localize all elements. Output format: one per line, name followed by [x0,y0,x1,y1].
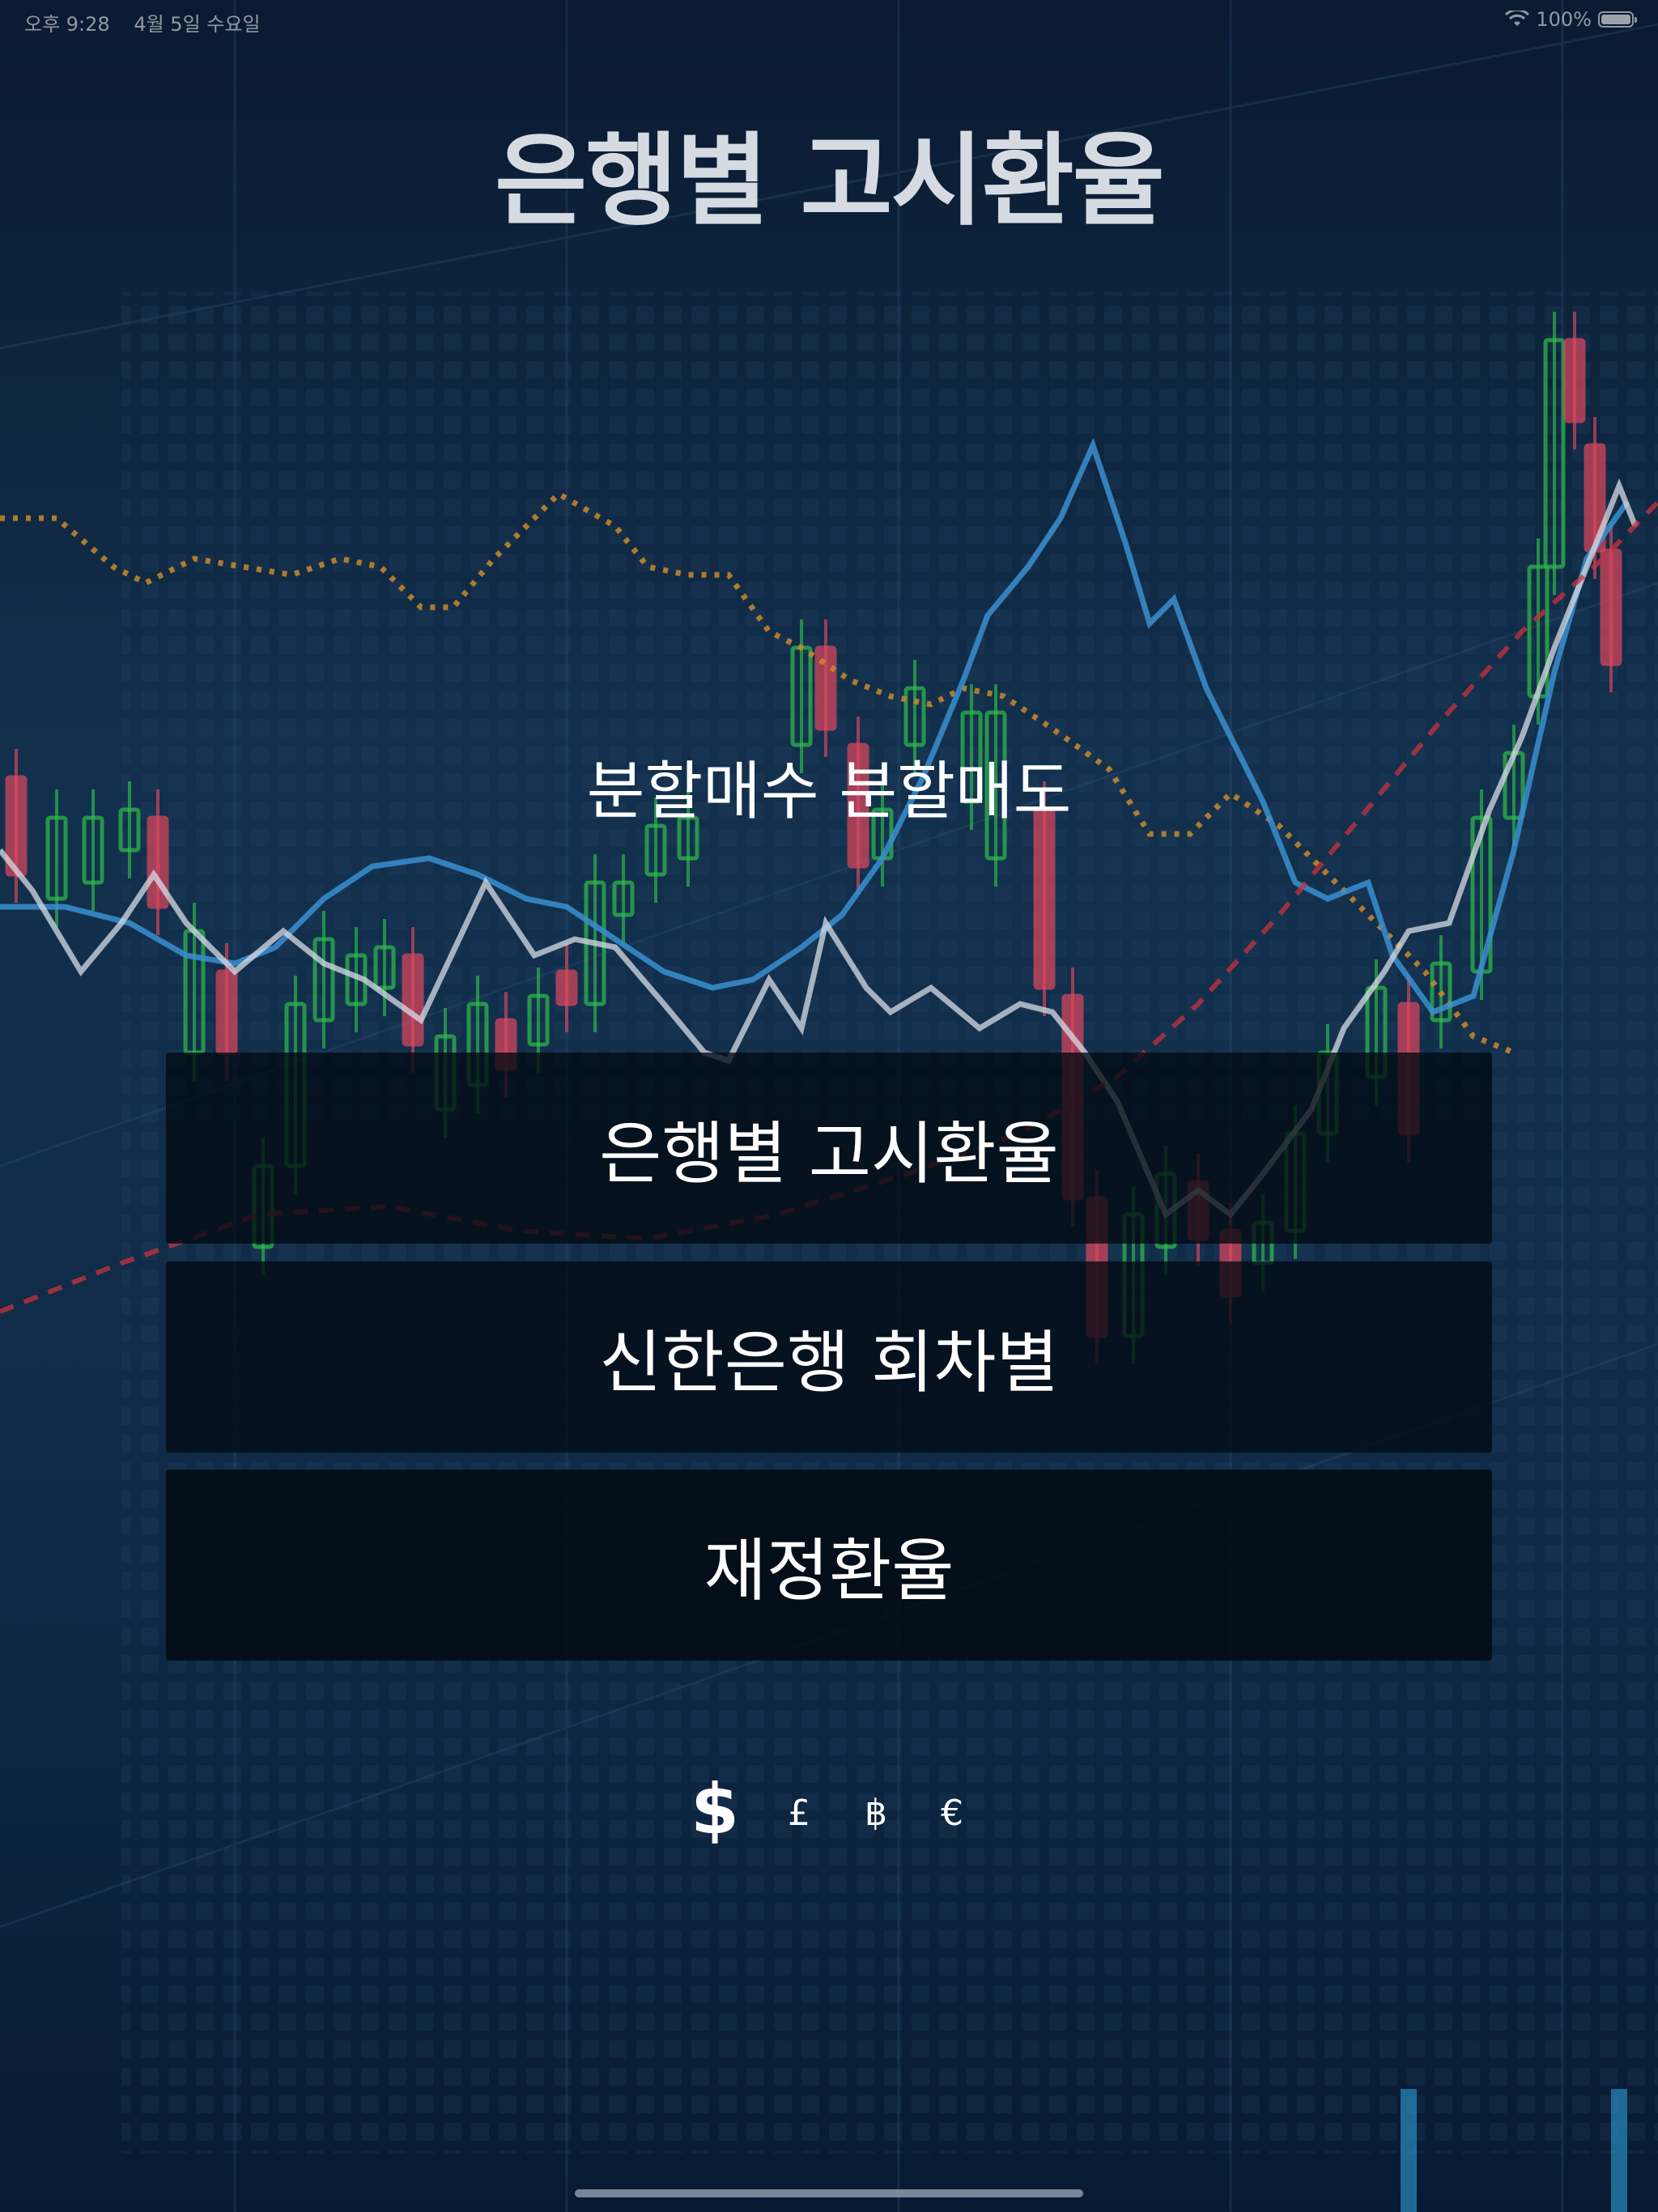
candle-body [1600,548,1622,666]
pound-icon[interactable]: £ [788,1796,810,1831]
battery-icon [1598,11,1637,28]
cross-rates-button-label: 재정환율 [704,1530,954,1610]
status-time: 오후 9:28 [24,13,110,36]
wifi-icon [1505,11,1530,26]
cross-rates-button[interactable]: 재정환율 [166,1470,1492,1661]
status-right: 100% [1505,8,1637,31]
candle-body [215,969,238,1055]
currency-selector: $ £ ฿ € [0,1765,1658,1854]
shinhan-rounds-button[interactable]: 신한은행 회차별 [166,1261,1492,1453]
baht-icon[interactable]: ฿ [865,1796,887,1831]
bank-rates-button[interactable]: 은행별 고시환율 [166,1053,1492,1244]
status-bar: 오후 9:28 4월 5일 수요일 100% [0,0,1658,39]
battery-level: 100% [1536,8,1592,31]
home-indicator[interactable] [575,2189,1083,2197]
candle-body [1033,807,1056,990]
bank-rates-button-label: 은행별 고시환율 [599,1113,1059,1193]
subtitle: 분할매수 분할매도 [586,755,1072,828]
status-left: 오후 9:28 4월 5일 수요일 [24,8,278,36]
dollar-icon[interactable]: $ [691,1775,739,1844]
candle-body [402,953,424,1047]
candle-body [814,645,837,731]
status-date: 4월 5일 수요일 [134,13,261,36]
page-title: 은행별 고시환율 [495,123,1165,240]
shinhan-rounds-button-label: 신한은행 회차별 [599,1322,1059,1402]
candle-body [555,969,578,1006]
euro-icon[interactable]: € [941,1796,963,1831]
candle-body [1563,338,1586,423]
